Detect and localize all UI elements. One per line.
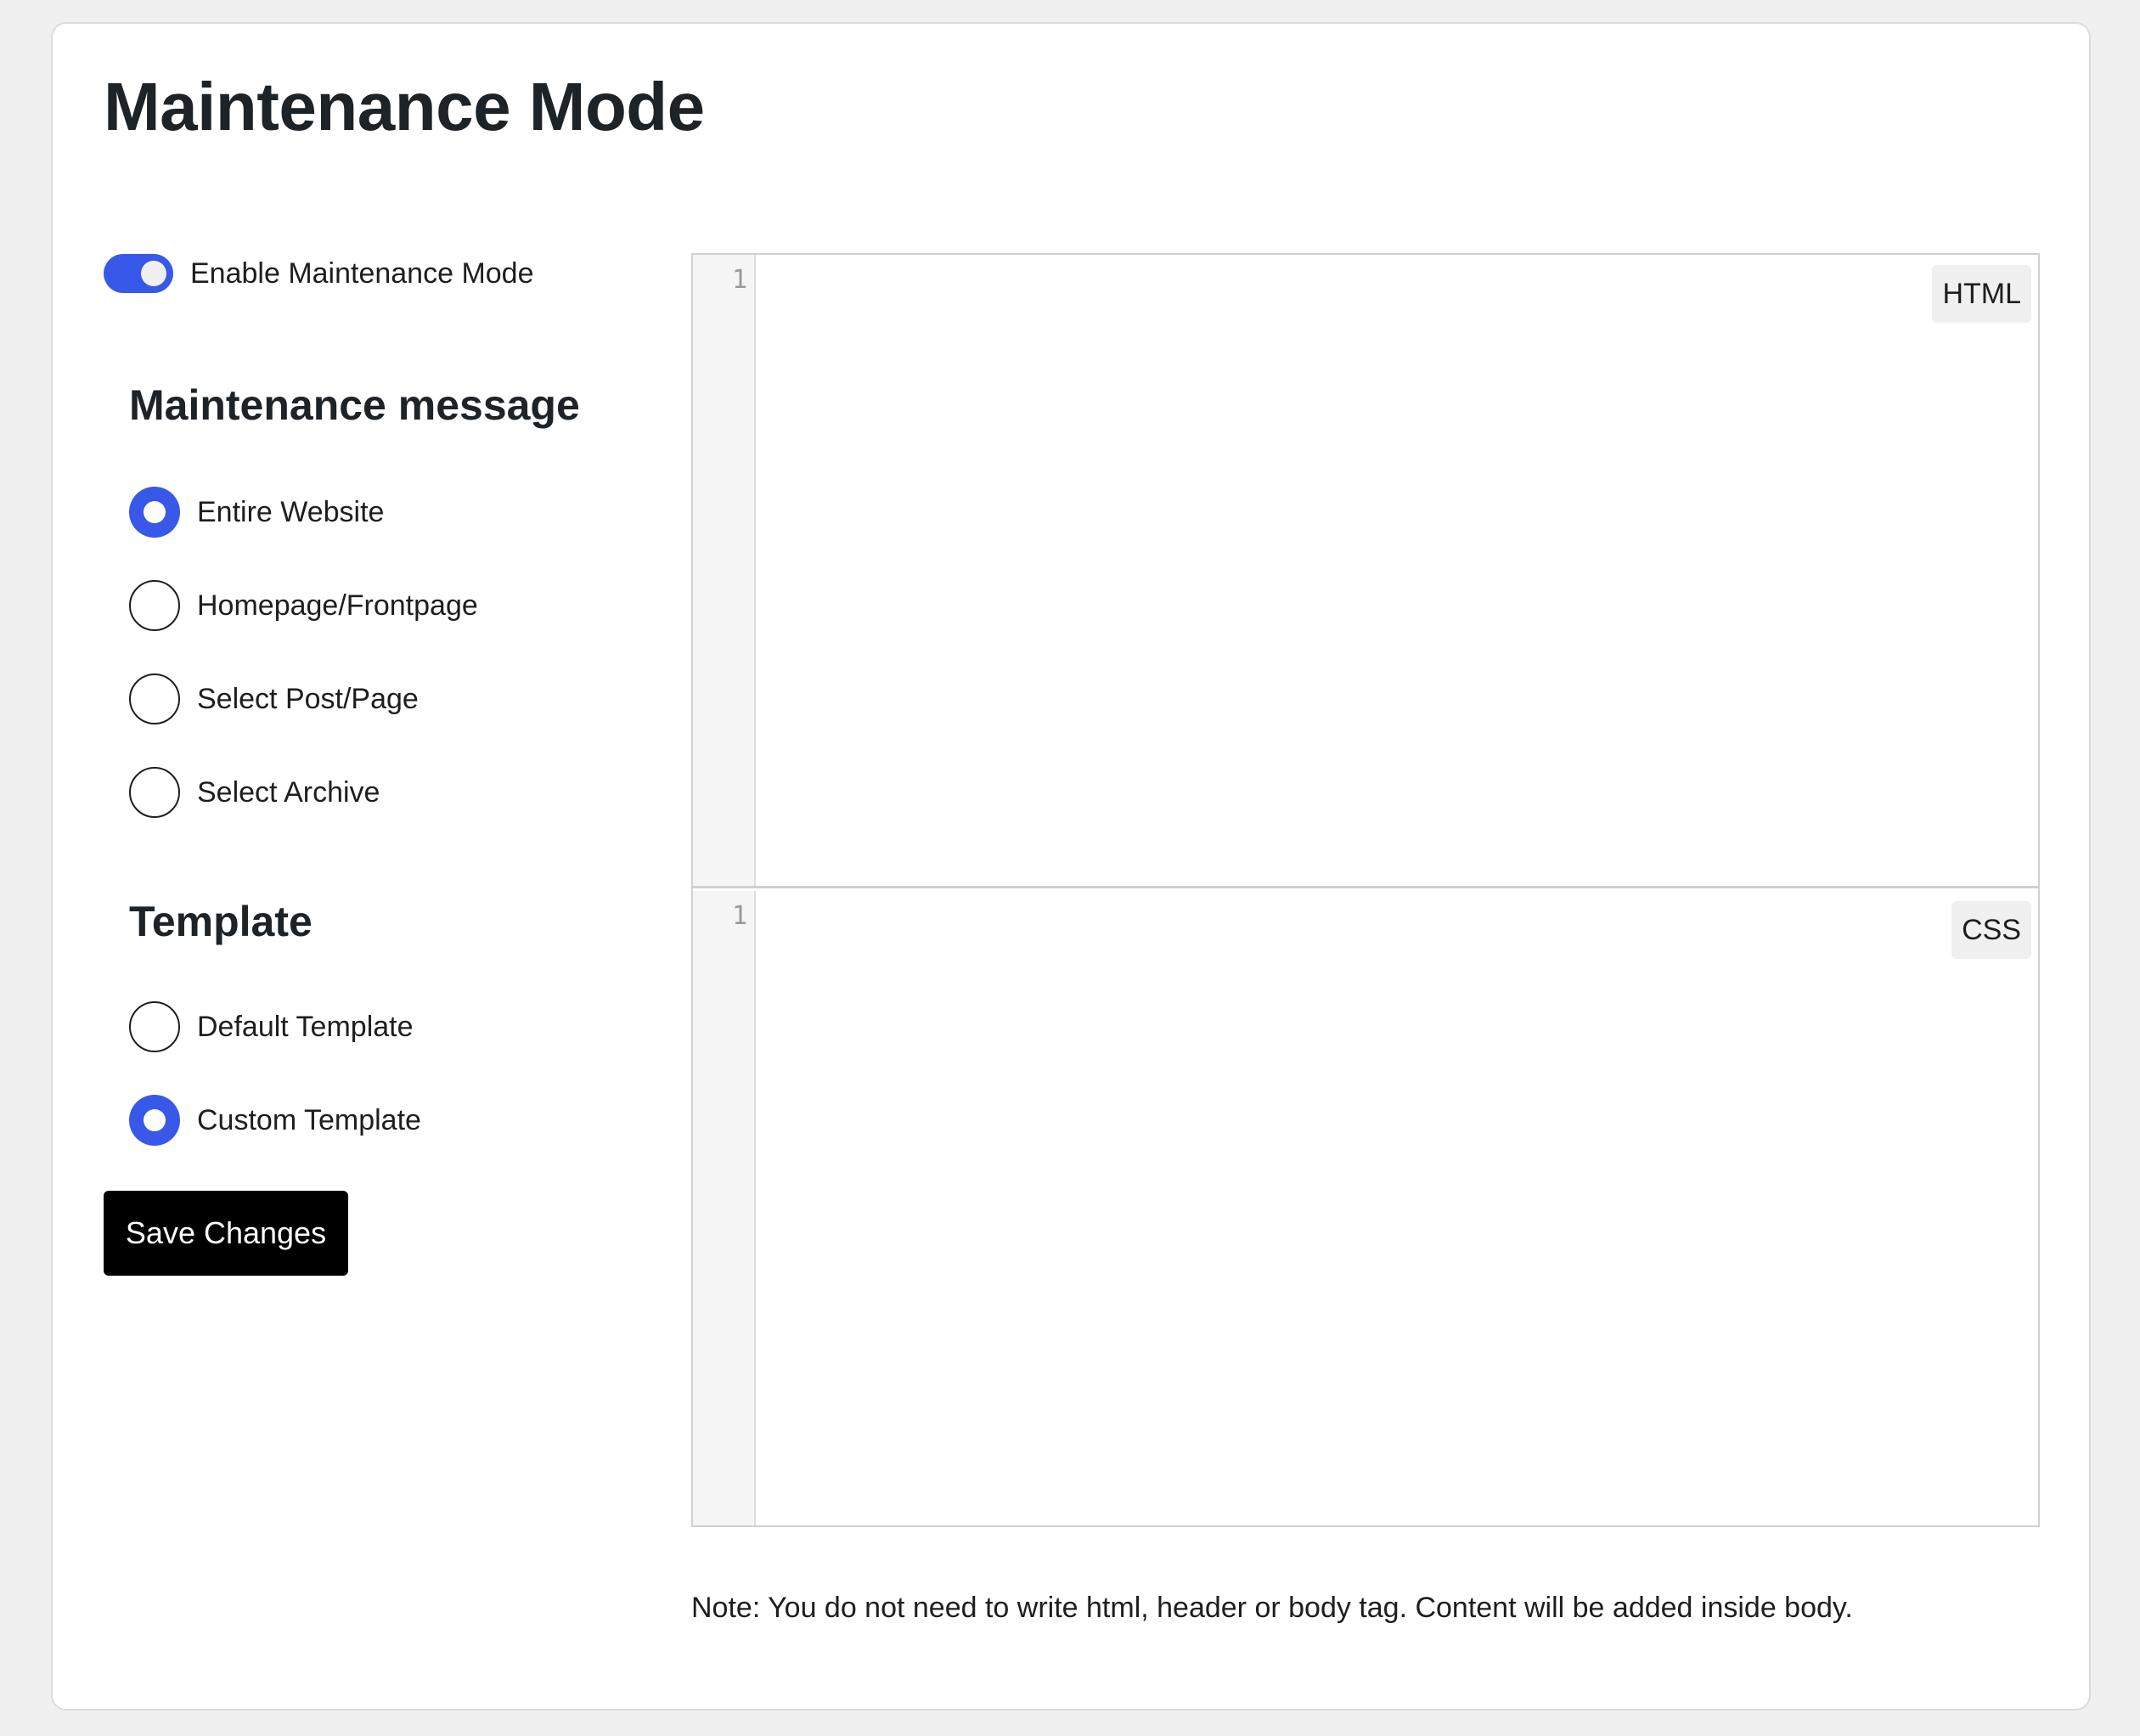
maintenance-message-heading: Maintenance message bbox=[129, 381, 580, 429]
line-gutter: 1 bbox=[693, 255, 756, 886]
html-code-area[interactable] bbox=[756, 255, 2038, 886]
radio-option-homepage[interactable]: Homepage/Frontpage bbox=[129, 579, 478, 632]
radio-option-default-template[interactable]: Default Template bbox=[129, 1000, 414, 1053]
code-editors: 1 HTML 1 CSS bbox=[691, 253, 2040, 1527]
line-gutter: 1 bbox=[693, 891, 756, 1525]
radio-button[interactable] bbox=[129, 487, 180, 538]
maintenance-toggle[interactable] bbox=[104, 254, 173, 293]
radio-button[interactable] bbox=[129, 1095, 180, 1146]
radio-button[interactable] bbox=[129, 1001, 180, 1052]
radio-button[interactable] bbox=[129, 767, 180, 818]
radio-label: Select Post/Page bbox=[197, 682, 419, 715]
line-number: 1 bbox=[731, 265, 747, 295]
line-number: 1 bbox=[731, 901, 747, 931]
css-code-area[interactable] bbox=[756, 891, 2038, 1525]
radio-label: Entire Website bbox=[197, 495, 385, 528]
radio-label: Default Template bbox=[197, 1010, 414, 1043]
html-editor[interactable]: 1 HTML bbox=[693, 255, 2038, 888]
radio-button[interactable] bbox=[129, 674, 180, 724]
toggle-knob bbox=[141, 261, 166, 286]
maintenance-toggle-row[interactable]: Enable Maintenance Mode bbox=[104, 253, 534, 294]
editor-note: Note: You do not need to write html, hea… bbox=[691, 1592, 1853, 1624]
page-title: Maintenance Mode bbox=[104, 69, 705, 144]
template-heading: Template bbox=[129, 898, 313, 945]
html-language-badge: HTML bbox=[1932, 265, 2031, 323]
radio-option-entire-website[interactable]: Entire Website bbox=[129, 486, 384, 538]
css-editor[interactable]: 1 CSS bbox=[693, 891, 2038, 1525]
radio-option-select-archive[interactable]: Select Archive bbox=[129, 766, 380, 819]
radio-option-select-post-page[interactable]: Select Post/Page bbox=[129, 673, 419, 725]
radio-button[interactable] bbox=[129, 580, 180, 631]
css-language-badge: CSS bbox=[1951, 901, 2031, 959]
radio-option-custom-template[interactable]: Custom Template bbox=[129, 1094, 421, 1147]
radio-label: Select Archive bbox=[197, 775, 380, 809]
radio-label: Homepage/Frontpage bbox=[197, 589, 478, 622]
settings-card: Maintenance Mode Enable Maintenance Mode… bbox=[51, 22, 2091, 1711]
radio-label: Custom Template bbox=[197, 1103, 421, 1136]
maintenance-toggle-label: Enable Maintenance Mode bbox=[190, 256, 534, 290]
save-changes-button[interactable]: Save Changes bbox=[104, 1191, 348, 1276]
